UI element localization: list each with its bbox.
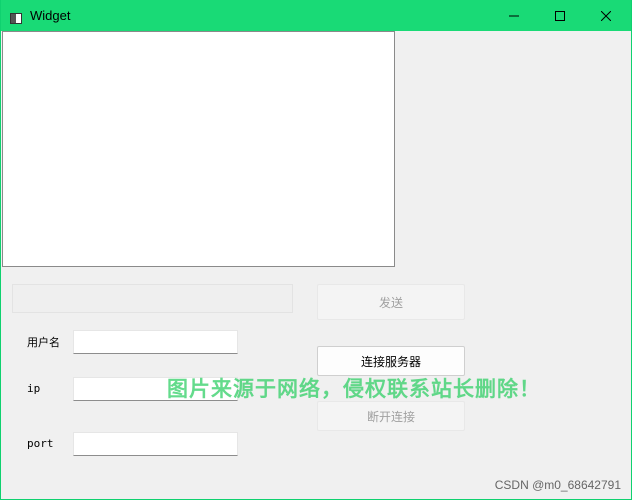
credit-text: CSDN @m0_68642791 [494, 478, 621, 492]
minimize-icon [509, 6, 519, 25]
send-button[interactable]: 发送 [317, 284, 465, 320]
window-title: Widget [30, 8, 71, 23]
send-message-input[interactable] [12, 284, 293, 313]
app-icon [10, 9, 22, 24]
message-display[interactable] [2, 31, 395, 267]
ip-field[interactable] [73, 377, 238, 401]
minimize-button[interactable] [491, 0, 537, 31]
username-field[interactable] [73, 330, 238, 354]
port-label: port [27, 437, 54, 450]
maximize-button[interactable] [537, 0, 583, 31]
title-bar[interactable]: Widget [1, 0, 631, 31]
port-field[interactable] [73, 432, 238, 456]
close-button[interactable] [583, 0, 629, 31]
ip-label: ip [27, 382, 41, 395]
maximize-icon [555, 6, 565, 25]
username-label: 用户名 [27, 336, 60, 349]
close-icon [600, 6, 612, 25]
disconnect-button[interactable]: 断开连接 [317, 401, 465, 431]
connect-server-button[interactable]: 连接服务器 [317, 346, 465, 376]
app-window: Widget 发送 连接服务器 断开连接 用户名 ip port 图片来源于网络… [0, 0, 632, 500]
